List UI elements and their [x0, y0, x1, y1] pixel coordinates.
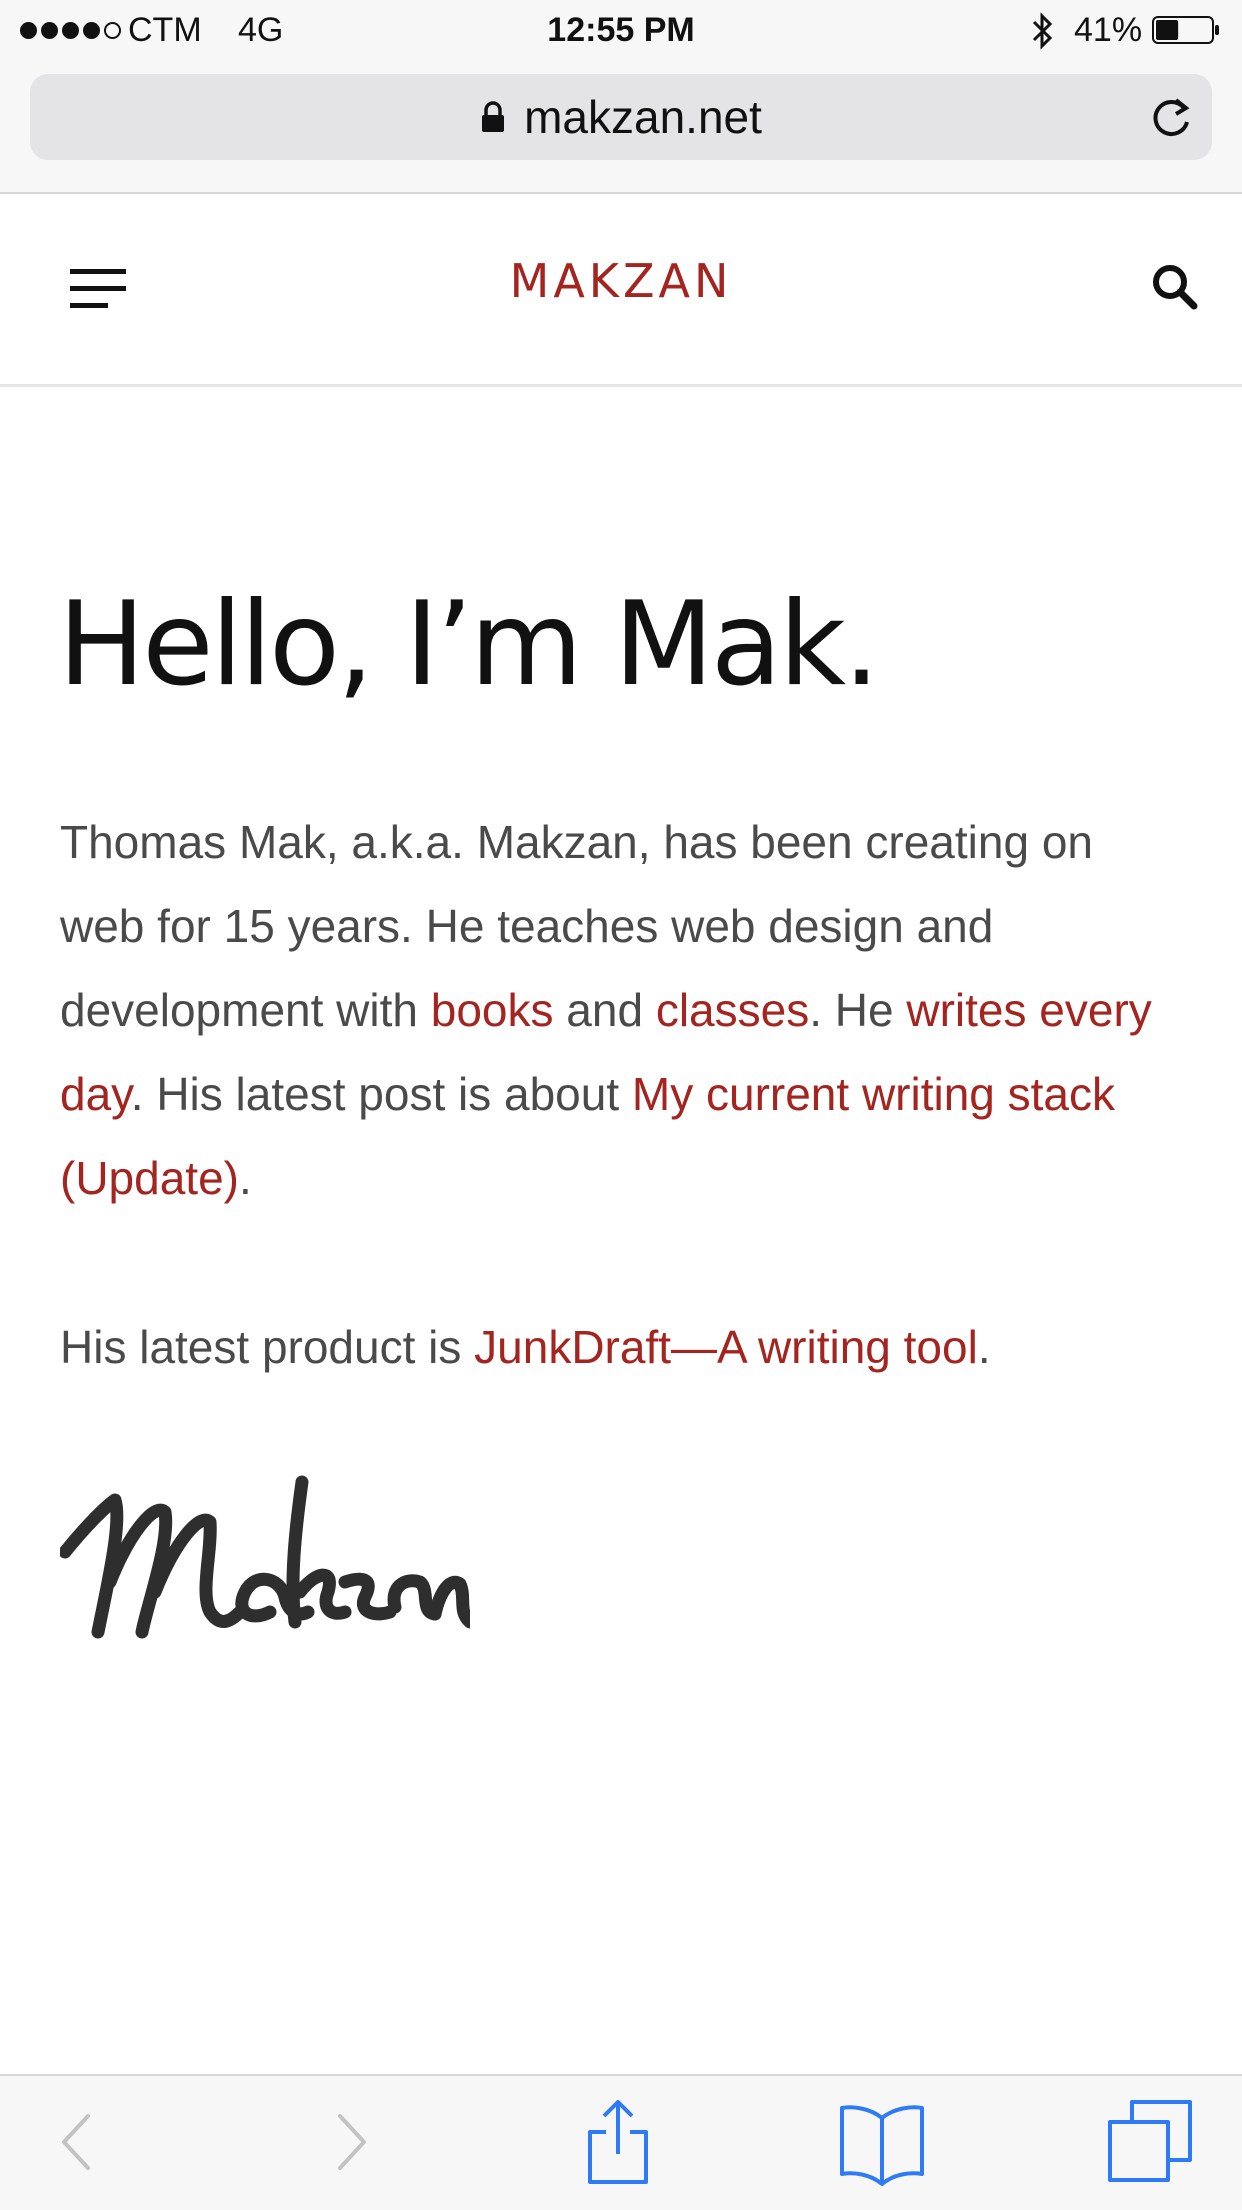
product-text-1: His latest product is — [60, 1321, 475, 1373]
battery-icon — [1152, 16, 1219, 44]
intro-paragraph: Thomas Mak, a.k.a. Makzan, has been crea… — [60, 800, 1190, 1220]
signature-image — [60, 1475, 470, 1639]
junkdraft-link[interactable]: JunkDraft—A writing tool — [474, 1321, 978, 1373]
intro-text-3: . He — [809, 984, 907, 1036]
lock-icon — [482, 101, 505, 132]
battery-percent-label: 41% — [1074, 11, 1143, 49]
bookmarks-icon[interactable] — [832, 2096, 932, 2186]
product-paragraph: His latest product is JunkDraft—A writin… — [60, 1305, 1190, 1389]
intro-text-4: . His latest post is about — [130, 1068, 632, 1120]
browser-bottom-toolbar — [0, 2074, 1242, 2210]
site-title[interactable]: MAKZAN — [0, 254, 1242, 308]
address-display[interactable]: makzan.net — [30, 74, 1212, 160]
reload-icon[interactable] — [1148, 94, 1194, 140]
status-bar: CTM 4G 12:55 PM 41% — [0, 0, 1242, 60]
forward-icon[interactable] — [300, 2096, 400, 2186]
page-title: Hello, I’m Mak. — [58, 577, 880, 712]
share-icon[interactable] — [568, 2096, 668, 2186]
tabs-icon[interactable] — [1102, 2096, 1202, 2186]
classes-link[interactable]: classes — [656, 984, 809, 1036]
search-icon[interactable] — [1150, 262, 1200, 312]
intro-text-2: and — [553, 984, 656, 1036]
address-bar[interactable]: makzan.net — [30, 74, 1212, 160]
url-text[interactable]: makzan.net — [524, 90, 762, 144]
site-header: MAKZAN — [0, 194, 1242, 387]
product-text-2: . — [977, 1321, 991, 1373]
bluetooth-icon — [1032, 12, 1053, 50]
back-icon[interactable] — [28, 2096, 128, 2186]
books-link[interactable]: books — [431, 984, 554, 1036]
intro-text-5: . — [238, 1152, 252, 1204]
